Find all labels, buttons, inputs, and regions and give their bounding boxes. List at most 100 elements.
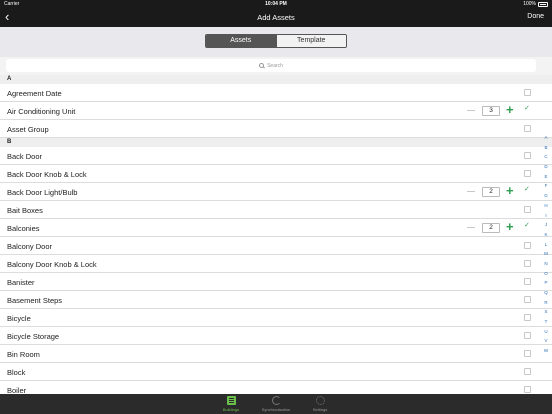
increment-button[interactable]: +: [506, 183, 514, 199]
list-item[interactable]: Block: [0, 363, 552, 381]
tab-buildings[interactable]: Buildings: [211, 396, 251, 412]
index-letter[interactable]: Q: [541, 288, 551, 298]
index-letter[interactable]: F: [541, 181, 551, 191]
search-placeholder: Search: [267, 62, 283, 69]
checkmark-icon[interactable]: ✓: [524, 221, 530, 229]
index-letter[interactable]: A: [541, 133, 551, 143]
segment-assets[interactable]: Assets: [206, 35, 276, 47]
index-letter[interactable]: C: [541, 152, 551, 162]
item-label: Air Conditioning Unit: [7, 107, 76, 116]
search-icon: [259, 63, 265, 68]
segment-template[interactable]: Template: [275, 35, 346, 47]
item-label: Back Door: [7, 152, 43, 161]
list-item[interactable]: Bin Room: [0, 345, 552, 363]
item-checkbox[interactable]: [524, 386, 531, 393]
page-title: Add Assets: [257, 13, 295, 22]
item-label: Bin Room: [7, 350, 40, 359]
list-item[interactable]: Bait Boxes: [0, 201, 552, 219]
increment-button[interactable]: +: [506, 219, 514, 235]
item-checkbox[interactable]: [524, 125, 531, 132]
list-item[interactable]: Agreement Date: [0, 84, 552, 102]
item-checkbox[interactable]: [524, 368, 531, 375]
list-item[interactable]: Balcony Door: [0, 237, 552, 255]
item-checkbox[interactable]: [524, 152, 531, 159]
checkmark-icon[interactable]: ✓: [524, 104, 530, 112]
section-header: B: [0, 138, 552, 147]
item-checkbox[interactable]: [524, 170, 531, 177]
index-letter[interactable]: O: [541, 269, 551, 279]
item-label: Basement Steps: [7, 296, 63, 305]
search-input[interactable]: Search: [6, 59, 536, 72]
index-letter[interactable]: L: [541, 240, 551, 250]
item-label: Balconies: [7, 224, 40, 233]
index-letter[interactable]: B: [541, 143, 551, 153]
list-item[interactable]: Banister: [0, 273, 552, 291]
quantity-field[interactable]: 2: [482, 223, 500, 233]
nav-bar: ‹ Add Assets Done: [0, 9, 552, 27]
battery-status: 100%: [523, 1, 548, 7]
item-checkbox[interactable]: [524, 314, 531, 321]
item-checkbox[interactable]: [524, 296, 531, 303]
buildings-icon: [226, 396, 236, 405]
list-item[interactable]: Air Conditioning Unit 3 + ✓: [0, 102, 552, 120]
item-checkbox[interactable]: [524, 206, 531, 213]
asset-list: A Agreement Date Air Conditioning Unit 3 + ✓ A…: [0, 75, 552, 399]
index-letter[interactable]: U: [541, 327, 551, 337]
sync-icon: [271, 396, 281, 405]
status-bar: Carrier 10:04 PM 100%: [0, 0, 552, 9]
battery-icon: [538, 1, 548, 7]
index-letter[interactable]: E: [541, 172, 551, 182]
decrement-button[interactable]: [467, 110, 475, 111]
index-letter[interactable]: P: [541, 278, 551, 288]
search-area: Search: [0, 57, 552, 75]
list-item[interactable]: Back Door Knob & Lock: [0, 165, 552, 183]
decrement-button[interactable]: [467, 191, 475, 192]
list-item[interactable]: Bicycle Storage: [0, 327, 552, 345]
list-item[interactable]: Balcony Door Knob & Lock: [0, 255, 552, 273]
item-checkbox[interactable]: [524, 278, 531, 285]
item-label: Back Door Knob & Lock: [7, 170, 87, 179]
index-letter[interactable]: M: [541, 249, 551, 259]
item-checkbox[interactable]: [524, 350, 531, 357]
index-letter[interactable]: H: [541, 201, 551, 211]
tab-synchronisation[interactable]: Synchronisation: [256, 396, 296, 412]
index-letter[interactable]: K: [541, 230, 551, 240]
list-item[interactable]: Basement Steps: [0, 291, 552, 309]
index-letter[interactable]: W: [541, 346, 551, 356]
index-letter[interactable]: V: [541, 336, 551, 346]
item-label: Balcony Door Knob & Lock: [7, 260, 97, 269]
list-item[interactable]: Bicycle: [0, 309, 552, 327]
index-letter[interactable]: D: [541, 162, 551, 172]
quantity-field[interactable]: 2: [482, 187, 500, 197]
decrement-button[interactable]: [467, 227, 475, 228]
item-label: Asset Group: [7, 125, 49, 134]
item-checkbox[interactable]: [524, 332, 531, 339]
item-label: Balcony Door: [7, 242, 53, 251]
index-letter[interactable]: G: [541, 191, 551, 201]
index-letter[interactable]: T: [541, 317, 551, 327]
tab-settings[interactable]: Settings: [300, 396, 340, 412]
section-index[interactable]: ABCDEFGHIJKLMNOPQRSTUVW: [541, 133, 551, 356]
battery-percent: 100%: [523, 1, 536, 7]
item-checkbox[interactable]: [524, 242, 531, 249]
item-checkbox[interactable]: [524, 260, 531, 267]
tab-bar: Buildings Synchronisation Settings: [0, 394, 552, 414]
quantity-field[interactable]: 3: [482, 106, 500, 116]
item-label: Bait Boxes: [7, 206, 43, 215]
index-letter[interactable]: N: [541, 259, 551, 269]
done-button[interactable]: Done: [527, 13, 544, 20]
increment-button[interactable]: +: [506, 102, 514, 118]
item-checkbox[interactable]: [524, 89, 531, 96]
index-letter[interactable]: J: [541, 220, 551, 230]
list-item[interactable]: Balconies 2 + ✓: [0, 219, 552, 237]
list-item[interactable]: Asset Group: [0, 120, 552, 138]
item-label: Agreement Date: [7, 89, 62, 98]
checkmark-icon[interactable]: ✓: [524, 185, 530, 193]
list-item[interactable]: Back Door: [0, 147, 552, 165]
tab-settings-label: Settings: [312, 407, 328, 412]
index-letter[interactable]: S: [541, 307, 551, 317]
index-letter[interactable]: I: [541, 211, 551, 221]
app-window: Carrier 10:04 PM 100% ‹ Add Assets Done …: [0, 0, 552, 414]
list-item[interactable]: Back Door Light/Bulb 2 + ✓: [0, 183, 552, 201]
index-letter[interactable]: R: [541, 298, 551, 308]
